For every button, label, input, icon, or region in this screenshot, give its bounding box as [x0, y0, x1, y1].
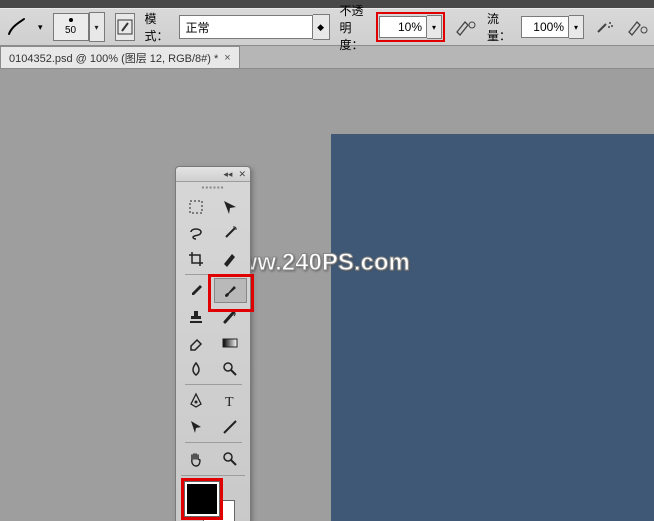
dodge-tool[interactable] [214, 356, 247, 381]
opacity-arrow-icon[interactable]: ▾ [427, 15, 442, 39]
move-tool[interactable] [214, 194, 247, 219]
grip-icon[interactable]: ▪▪▪▪▪▪ [176, 182, 250, 192]
collapse-icon[interactable]: ◂◂ [223, 169, 232, 180]
eyedropper-tool[interactable] [180, 278, 213, 303]
brush-preview-icon[interactable] [6, 14, 28, 40]
brush-tool[interactable] [214, 278, 247, 303]
options-bar: ▾ 50 ▾ 模式： 正常 ◆ 不透明度： 10% ▾ 流量： 100% ▾ [0, 8, 654, 46]
type-tool[interactable]: T [214, 388, 247, 413]
document-canvas[interactable] [331, 134, 654, 521]
work-area: www.240PS.com ◂◂ ✕ ▪▪▪▪▪▪ [0, 69, 654, 521]
color-swatches [181, 478, 245, 521]
brush-size-value: 50 [65, 26, 76, 36]
tablet-pressure-size-button[interactable] [626, 14, 648, 40]
blur-tool[interactable] [180, 356, 213, 381]
line-tool[interactable] [214, 414, 247, 439]
brush-panel-toggle-button[interactable] [115, 13, 135, 41]
brush-size-control[interactable]: 50 ▾ [53, 12, 105, 42]
select-arrow-icon[interactable]: ◆ [313, 14, 330, 40]
app-top-strip [0, 0, 654, 8]
slice-tool[interactable] [214, 246, 247, 271]
pen-tool[interactable] [180, 388, 213, 413]
gradient-tool[interactable] [214, 330, 247, 355]
tool-grid: T [176, 192, 250, 473]
blend-mode-value: 正常 [186, 19, 210, 36]
blend-mode-select[interactable]: 正常 ◆ [179, 14, 330, 40]
opacity-value: 10% [398, 20, 422, 34]
foreground-swatch[interactable] [185, 482, 219, 516]
stamp-tool[interactable] [180, 304, 213, 329]
flow-arrow-icon[interactable]: ▾ [569, 15, 584, 39]
tablet-pressure-opacity-button[interactable] [455, 14, 477, 40]
document-tab-bar: 0104352.psd @ 100% (图层 12, RGB/8#) * × [0, 46, 654, 69]
opacity-label: 不透明度： [340, 2, 366, 53]
document-tab[interactable]: 0104352.psd @ 100% (图层 12, RGB/8#) * × [0, 46, 240, 68]
magic-wand-tool[interactable] [214, 220, 247, 245]
brush-dot-icon [69, 18, 73, 22]
panel-close-icon[interactable]: ✕ [238, 169, 246, 180]
flow-field[interactable]: 100% ▾ [521, 15, 584, 39]
history-brush-tool[interactable] [214, 304, 247, 329]
tools-panel-header[interactable]: ◂◂ ✕ [176, 167, 250, 182]
lasso-tool[interactable] [180, 220, 213, 245]
crop-tool[interactable] [180, 246, 213, 271]
zoom-tool[interactable] [214, 446, 247, 471]
close-icon[interactable]: × [224, 52, 230, 64]
document-tab-title: 0104352.psd @ 100% (图层 12, RGB/8#) * [9, 50, 218, 66]
opacity-field[interactable]: 10% ▾ [379, 15, 442, 39]
flow-value: 100% [533, 20, 564, 34]
hand-tool[interactable] [180, 446, 213, 471]
marquee-tool[interactable] [180, 194, 213, 219]
eraser-tool[interactable] [180, 330, 213, 355]
flow-label: 流量： [487, 10, 511, 44]
airbrush-button[interactable] [594, 14, 616, 40]
opacity-highlight: 10% ▾ [376, 12, 445, 42]
dropdown-arrow-icon[interactable]: ▾ [38, 22, 43, 33]
mode-label: 模式： [145, 10, 169, 44]
tools-panel: ◂◂ ✕ ▪▪▪▪▪▪ [175, 166, 251, 521]
brush-size-arrow-icon[interactable]: ▾ [89, 12, 105, 42]
path-select-tool[interactable] [180, 414, 213, 439]
svg-text:T: T [225, 395, 234, 410]
